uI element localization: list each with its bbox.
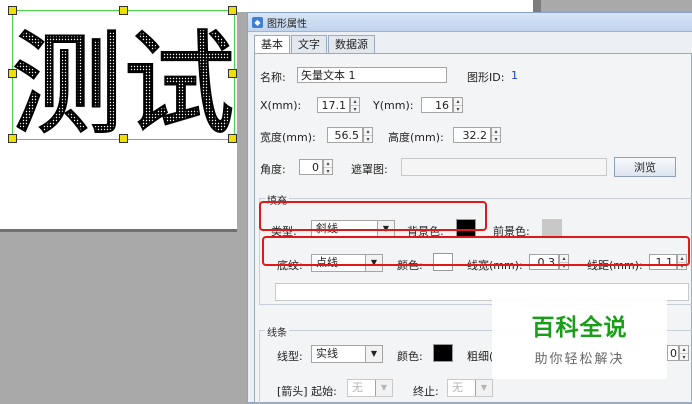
y-spinner[interactable]: ▴ ▾ — [453, 97, 463, 113]
x-label: X(mm): — [260, 99, 302, 112]
watermark-title: 百科全说 — [531, 315, 628, 341]
chevron-down-icon: ▼ — [375, 380, 392, 396]
resize-handle-bottom[interactable] — [119, 134, 128, 143]
tab-basic[interactable]: 基本 — [254, 35, 290, 54]
canvas-background — [0, 229, 237, 404]
foreground-color-swatch[interactable] — [542, 219, 562, 237]
line-type-dropdown[interactable]: 实线 ▼ — [311, 345, 383, 363]
arrow-start-dropdown[interactable]: 无 ▼ — [347, 379, 393, 397]
vector-text: 测试 — [13, 19, 234, 139]
tab-datasource[interactable]: 数据源 — [328, 35, 375, 53]
height-spinner[interactable]: ▴ ▾ — [491, 127, 501, 143]
watermark-subtitle: 助你轻松解决 — [534, 352, 625, 367]
tab-bar: 基本 文字 数据源 — [254, 35, 376, 54]
arrow-start-value: 无 — [352, 381, 363, 394]
y-field[interactable]: 16 — [421, 97, 453, 113]
chevron-down-icon: ▼ — [475, 380, 492, 396]
arrow-start-label: [箭头] 起始: — [277, 385, 337, 398]
height-label: 高度(mm): — [388, 131, 444, 144]
mask-label: 遮罩图: — [351, 163, 388, 176]
top-strip — [237, 0, 692, 12]
resize-handle-right[interactable] — [228, 69, 237, 78]
line-type-value: 实线 — [316, 347, 338, 360]
y-label: Y(mm): — [373, 99, 414, 112]
stroke-group-title: 线条 — [265, 324, 289, 339]
chevron-down-icon: ▼ — [365, 346, 382, 362]
width-spinner[interactable]: ▴ ▾ — [363, 127, 373, 143]
resize-handle-top-right[interactable] — [228, 6, 237, 15]
x-field[interactable]: 17.1 — [317, 97, 350, 113]
shape-id-label: 图形ID: — [467, 71, 505, 84]
resize-handle-left[interactable] — [8, 69, 17, 78]
text-object-selected[interactable]: 测试 — [12, 10, 235, 140]
angle-label: 角度: — [260, 163, 286, 176]
thickness-spinner[interactable]: ▴ ▾ — [679, 345, 689, 361]
angle-field[interactable]: 0 — [299, 159, 323, 175]
height-field[interactable]: 32.2 — [453, 127, 491, 143]
vector-text-content: 测试 — [13, 20, 234, 139]
app-icon: ◆ — [252, 16, 263, 28]
line-type-label: 线型: — [277, 350, 303, 363]
resize-handle-bottom-left[interactable] — [8, 134, 17, 143]
width-field[interactable]: 56.5 — [327, 127, 363, 143]
stroke-color-swatch[interactable] — [433, 344, 453, 362]
thickness-label: 粗细( — [467, 350, 494, 363]
tab-text[interactable]: 文字 — [291, 35, 327, 53]
arrow-end-label: 终止: — [413, 385, 439, 398]
dialog-titlebar[interactable]: ◆ 图形属性 — [248, 13, 692, 32]
browse-button[interactable]: 浏览 — [614, 157, 676, 177]
resize-handle-top-left[interactable] — [8, 6, 17, 15]
arrow-end-dropdown[interactable]: 无 ▼ — [447, 379, 493, 397]
mask-image-field[interactable] — [401, 158, 607, 176]
resize-handle-top[interactable] — [119, 6, 128, 15]
name-label: 名称: — [260, 71, 286, 84]
stroke-color-label: 颜色: — [397, 350, 423, 363]
highlight-fill-type-row — [259, 201, 487, 231]
width-label: 宽度(mm): — [260, 131, 316, 144]
x-spinner[interactable]: ▴ ▾ — [350, 97, 360, 113]
shape-id-value: 1 — [511, 69, 518, 82]
resize-handle-bottom-right[interactable] — [228, 134, 237, 143]
thickness-field[interactable]: 0 — [667, 345, 679, 361]
highlight-texture-row — [262, 236, 690, 266]
dialog-title: 图形属性 — [267, 18, 307, 30]
watermark: 百科全说 助你轻松解决 — [492, 294, 667, 379]
arrow-end-value: 无 — [452, 381, 463, 394]
name-field[interactable]: 矢量文本 1 — [297, 67, 447, 83]
angle-spinner[interactable]: ▴ ▾ — [323, 159, 333, 175]
